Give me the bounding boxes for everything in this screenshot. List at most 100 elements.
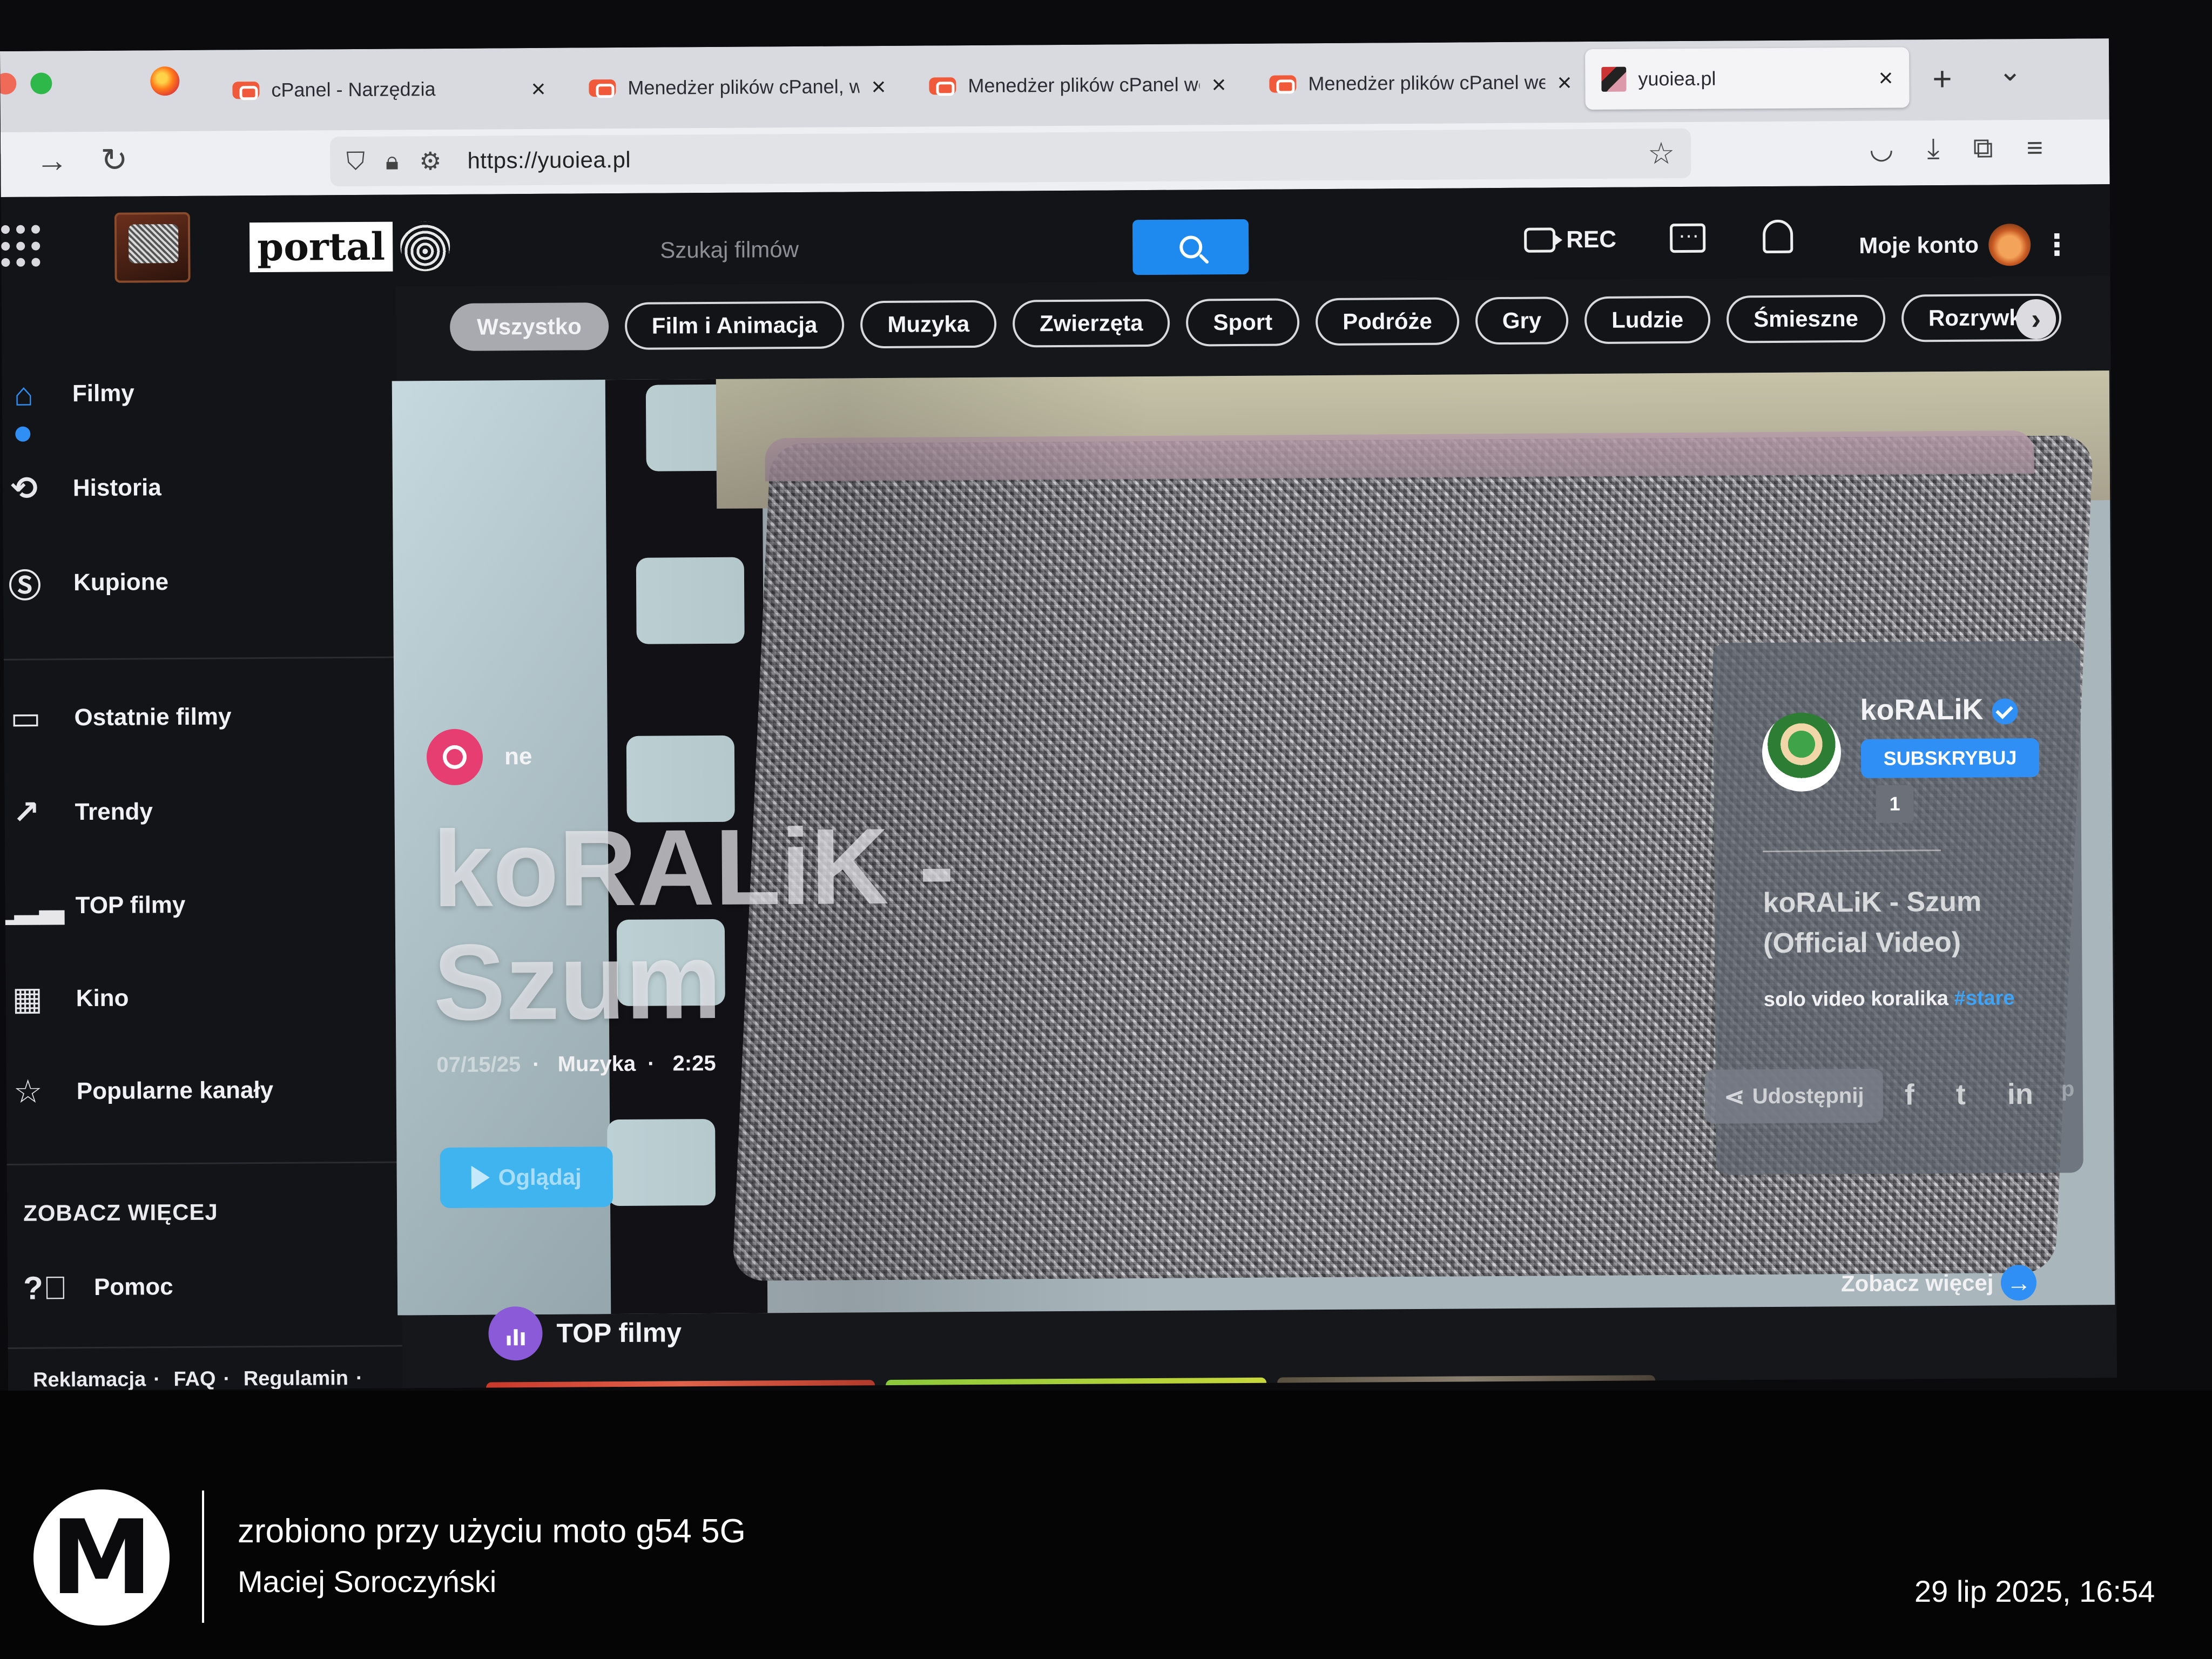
maximize-window-button[interactable]: [30, 72, 52, 95]
close-icon[interactable]: ×: [531, 74, 545, 103]
menu-icon[interactable]: ≡: [2026, 132, 2043, 165]
chip-wszystko[interactable]: Wszystko: [449, 302, 609, 351]
tab-cpanel-tools[interactable]: cPanel - Narzędzia ×: [216, 48, 562, 131]
video-category[interactable]: Muzyka: [557, 1052, 636, 1076]
tab-file-manager-2[interactable]: Menedżer plików cPanel we ×: [913, 44, 1243, 127]
pinterest-icon[interactable]: p: [2061, 1077, 2075, 1102]
sidebar-item-ostatnie-filmy[interactable]: ▭ Ostatnie filmy: [4, 698, 232, 737]
site-icon: [1601, 66, 1627, 92]
tv-logo[interactable]: [114, 212, 191, 283]
new-tab-button[interactable]: +: [1932, 60, 1952, 98]
tab-file-manager-3[interactable]: Menedżer plików cPanel we ×: [1253, 42, 1588, 125]
sidebar-item-popularne-kanaly[interactable]: ☆ Popularne kanały: [6, 1071, 274, 1111]
reload-button[interactable]: ↻: [100, 141, 128, 179]
close-icon[interactable]: ×: [1211, 70, 1226, 99]
close-icon[interactable]: ×: [1878, 63, 1893, 92]
rec-button[interactable]: REC: [1524, 226, 1616, 254]
sidebar-item-trendy[interactable]: ↗ Trendy: [4, 793, 153, 832]
verified-icon: [1992, 698, 2018, 725]
sidebar-item-historia[interactable]: ⟲ Historia: [3, 469, 161, 508]
watermark-datetime: 29 lip 2025, 16:54: [1914, 1574, 2155, 1608]
sidebar-item-filmy[interactable]: ⌂ Filmy: [2, 374, 134, 413]
video-thumbnail[interactable]: [486, 1380, 875, 1391]
channel-name[interactable]: koRALiK: [1860, 692, 2018, 727]
close-window-button[interactable]: [0, 72, 17, 95]
forward-button[interactable]: →: [36, 141, 68, 179]
account-menu[interactable]: Moje konto ⋮: [1859, 224, 2072, 267]
chip-muzyka[interactable]: Muzyka: [860, 300, 997, 349]
footer-link-faq[interactable]: FAQ: [173, 1368, 215, 1391]
video-date: 07/15/25: [436, 1053, 521, 1077]
sidebar-item-label: Historia: [72, 474, 161, 502]
extensions-icon[interactable]: ⧉: [1973, 132, 1993, 165]
footer-link-reklamacja[interactable]: Reklamacja: [33, 1368, 146, 1391]
chip-smieszne[interactable]: Śmieszne: [1726, 294, 1886, 343]
close-icon[interactable]: ×: [871, 72, 886, 101]
sidebar-item-label: Pomoc: [93, 1273, 173, 1300]
apps-grid-icon[interactable]: [1, 225, 44, 268]
search-button[interactable]: [1132, 219, 1249, 275]
hero-banner[interactable]: ne koRALiK - Szum 07/15/25 · Muzyka · 2:25…: [392, 370, 2115, 1316]
tab-label: Menedżer plików cPanel we: [968, 73, 1200, 97]
chevron-right-icon[interactable]: ›: [2015, 299, 2056, 340]
messages-icon[interactable]: [1670, 223, 1706, 253]
lock-icon[interactable]: 🔒︎: [386, 146, 399, 176]
hashtag-link[interactable]: #stare: [1954, 987, 2014, 1010]
tab-yuoiea[interactable]: yuoiea.pl ×: [1585, 47, 1910, 110]
hero-meta: 07/15/25 · Muzyka · 2:25: [436, 1051, 716, 1077]
sidebar-item-label: Filmy: [72, 380, 134, 407]
address-bar[interactable]: ⛉ 🔒︎ ⚙︎ https://yuoiea.pl ☆: [329, 128, 1691, 187]
sidebar-item-top-filmy[interactable]: ▁▂▃ TOP filmy: [0, 886, 186, 925]
chip-podroze[interactable]: Podróże: [1315, 297, 1460, 346]
chevron-down-icon[interactable]: ⌄: [1998, 55, 2022, 87]
video-thumbnail[interactable]: [1277, 1375, 1656, 1391]
sidebar-item-label: Popularne kanały: [76, 1076, 274, 1105]
share-button[interactable]: ⋖ Udostępnij: [1704, 1068, 1884, 1124]
tab-file-manager-1[interactable]: Menedżer plików cPanel, we ×: [572, 46, 902, 129]
video-thumbnail[interactable]: [886, 1377, 1267, 1391]
portal-logo[interactable]: portal: [249, 221, 450, 273]
logo-text: portal: [249, 221, 393, 273]
permissions-icon[interactable]: ⚙︎: [419, 146, 442, 176]
bookmark-star-icon[interactable]: ☆: [1648, 136, 1675, 171]
pocket-icon[interactable]: ◡: [1869, 133, 1894, 166]
chip-zwierzeta[interactable]: Zwierzęta: [1012, 299, 1170, 348]
url-text[interactable]: https://yuoiea.pl: [467, 147, 631, 174]
category-chips: Wszystko Film i Animacja Muzyka Zwierzęt…: [449, 293, 2062, 352]
see-more-link[interactable]: Zobacz więcej →: [1841, 1265, 2037, 1301]
sidebar-item-kupione[interactable]: Ⓢ Kupione: [3, 563, 168, 604]
close-icon[interactable]: ×: [1557, 68, 1572, 97]
watch-label: Oglądaj: [498, 1164, 582, 1190]
footer-link-regulamin[interactable]: Regulamin: [244, 1367, 349, 1390]
chip-sport[interactable]: Sport: [1186, 298, 1300, 347]
subscriber-count: 1: [1876, 785, 1914, 823]
sidebar-item-pomoc[interactable]: ?⃝ Pomoc: [23, 1268, 173, 1307]
watch-button[interactable]: Oglądaj: [440, 1147, 613, 1209]
bell-icon[interactable]: [1762, 219, 1793, 254]
subscribe-button[interactable]: SUBSKRYBUJ: [1860, 738, 2040, 778]
linkedin-icon[interactable]: in: [2007, 1077, 2033, 1111]
see-more-label: Zobacz więcej: [1840, 1270, 1994, 1297]
share-label: Udostępnij: [1752, 1083, 1864, 1108]
featured-label: ne: [426, 729, 532, 786]
download-icon[interactable]: ⤓: [1927, 132, 1939, 165]
chip-gry[interactable]: Gry: [1475, 296, 1569, 345]
chip-film-i-animacja[interactable]: Film i Animacja: [624, 301, 845, 350]
shield-icon[interactable]: ⛉: [346, 146, 365, 177]
search-input[interactable]: [627, 221, 1130, 276]
channel-avatar[interactable]: [1762, 712, 1842, 792]
more-vertical-icon[interactable]: ⋮: [2042, 227, 2072, 261]
sidebar-item-kino[interactable]: ▦ Kino: [6, 980, 129, 1018]
tab-label: Menedżer plików cPanel we: [1308, 71, 1546, 95]
top-films-section-title[interactable]: TOP filmy: [488, 1305, 682, 1361]
chip-ludzie[interactable]: Ludzie: [1584, 295, 1711, 345]
video-duration: 2:25: [672, 1051, 716, 1076]
browser-toolbar: ◡ ⤓ ⧉ ≡: [1869, 132, 2043, 166]
avatar[interactable]: [1988, 224, 2031, 266]
hero-title[interactable]: koRALiK - Szum: [433, 806, 1136, 1043]
video-title[interactable]: koRALiK - Szum (Official Video): [1763, 881, 2033, 965]
twitter-icon[interactable]: t: [1956, 1078, 1966, 1111]
facebook-icon[interactable]: f: [1905, 1078, 1914, 1111]
play-icon: [471, 1165, 490, 1190]
site-header: portal REC Moje konto ⋮: [1, 184, 2110, 289]
